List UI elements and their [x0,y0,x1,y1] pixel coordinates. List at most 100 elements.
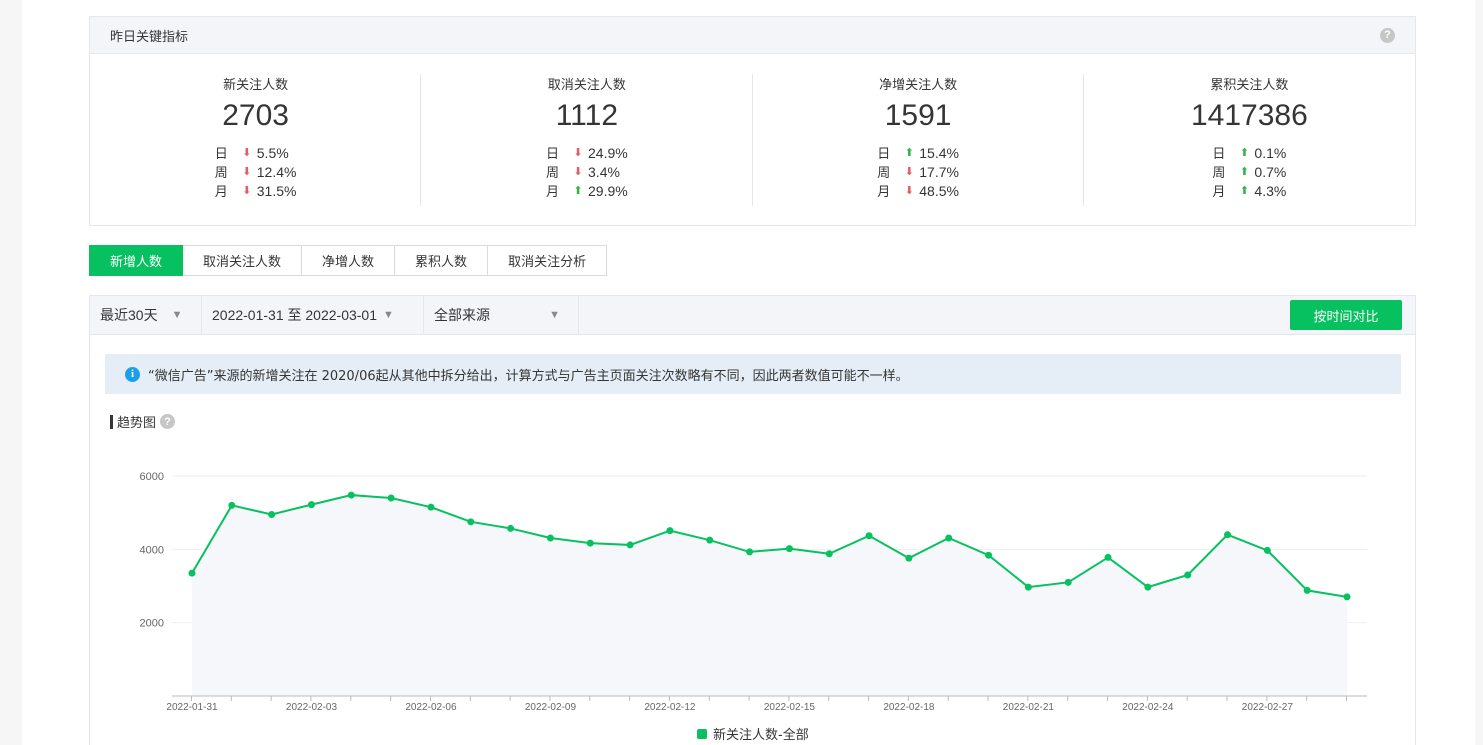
data-point [1263,546,1271,554]
legend-swatch [697,728,707,739]
chart-legend[interactable]: 新关注人数-全部 [697,724,809,743]
data-point [1024,583,1032,591]
change-value: 17.7% [919,163,959,180]
change-value: 48.5% [919,182,959,199]
metric-value: 1417386 [1190,99,1308,132]
arrow-up-icon: ⬆ [1239,165,1250,178]
data-point [1224,531,1232,539]
change-value: 31.5% [256,182,297,199]
source-select[interactable]: 全部来源 ▼ [424,296,579,334]
change-row: 日 ⬆ 15.4% [877,143,959,163]
chevron-down-icon: ▼ [383,309,394,321]
change-value: 4.3% [1254,182,1287,199]
key-metrics-header: 昨日关键指标 ? [90,17,1415,54]
y-tick-label: 4000 [140,544,164,556]
change-period: 周 [546,166,560,181]
help-icon[interactable]: ? [1380,27,1395,43]
change-row: 月 ⬇ 31.5% [214,181,297,201]
metric-label: 净增关注人数 [879,78,958,93]
data-point [546,534,554,542]
tab-4[interactable]: 取消关注分析 [488,245,608,276]
legend-label: 新关注人数-全部 [713,728,809,743]
data-point [785,545,793,553]
data-point [387,494,395,502]
info-icon: i [125,366,140,382]
change-row: 周 ⬇ 3.4% [546,162,628,182]
change-value: 3.4% [588,163,620,180]
tab-3[interactable]: 累积人数 [395,245,489,276]
metric-label: 取消关注人数 [547,78,626,93]
arrow-down-icon: ⬇ [573,146,583,159]
chevron-down-icon: ▼ [171,309,183,321]
change-period: 周 [877,166,891,181]
trend-chart-title: 趋势图 ? [110,412,176,431]
metric-tabs: 新增人数 取消关注人数 净增人数 累积人数 取消关注分析 [89,245,608,276]
compare-by-time-button[interactable]: 按时间对比 [1290,300,1402,330]
change-period: 月 [546,185,560,200]
data-point [865,532,873,540]
metric-changes: 日 ⬇ 5.5% 周 ⬇ 12.4% 月 ⬇ 31.5% [214,143,297,201]
data-point [706,536,714,544]
change-value: 5.5% [256,144,289,161]
trend-title-text: 趋势图 [117,416,157,431]
left-gutter [0,0,22,745]
data-point [268,511,276,518]
x-tick-label: 2022-02-24 [1122,702,1174,713]
metric-card: 取消关注人数 1112 日 ⬇ 24.9% 周 ⬇ 3.4% 月 ⬆ 29.9% [421,74,753,224]
change-row: 日 ⬆ 0.1% [1212,143,1286,163]
change-period: 月 [214,185,228,200]
notice-banner: i “微信广告”来源的新增关注在 2020/06起从其他中拆分给出，计算方式与广… [105,354,1401,394]
metric-value: 2703 [222,99,289,132]
chart-panel: 最近30天 ▼ 2022-01-31 至 2022-03-01 ▼ 全部来源 ▼… [89,295,1416,745]
tab-0[interactable]: 新增人数 [89,245,184,276]
data-point [1343,593,1351,601]
tab-2[interactable]: 净增人数 [302,245,396,276]
data-point [1303,586,1311,594]
right-gutter [1475,0,1483,745]
arrow-up-icon: ⬆ [1239,184,1250,197]
data-point [507,524,515,532]
range-select[interactable]: 最近30天 ▼ [90,296,202,334]
change-period: 日 [546,147,560,162]
change-row: 周 ⬇ 12.4% [214,162,297,182]
source-select-value: 全部来源 [434,307,490,323]
arrow-up-icon: ⬆ [1239,146,1250,159]
help-icon[interactable]: ? [160,414,176,429]
date-range-select[interactable]: 2022-01-31 至 2022-03-01 ▼ [202,296,424,334]
change-period: 月 [1212,185,1226,200]
arrow-down-icon: ⬇ [242,184,252,197]
tab-1[interactable]: 取消关注人数 [183,245,303,276]
data-point [427,503,435,511]
notice-text: “微信广告”来源的新增关注在 2020/06起从其他中拆分给出，计算方式与广告主… [148,368,909,384]
area-fill [192,495,1347,696]
y-tick-label: 2000 [140,618,164,630]
change-row: 月 ⬆ 29.9% [546,181,628,201]
metrics-cards: 新关注人数 2703 日 ⬇ 5.5% 周 ⬇ 12.4% 月 ⬇ 31.5% … [90,54,1415,224]
data-point [347,491,355,499]
filter-bar: 最近30天 ▼ 2022-01-31 至 2022-03-01 ▼ 全部来源 ▼… [90,296,1415,335]
data-point [905,554,913,562]
metric-changes: 日 ⬆ 15.4% 周 ⬇ 17.7% 月 ⬇ 48.5% [877,143,959,201]
data-point [1064,578,1072,586]
change-period: 日 [877,147,891,162]
metric-card: 新关注人数 2703 日 ⬇ 5.5% 周 ⬇ 12.4% 月 ⬇ 31.5% [90,74,422,224]
data-point [985,551,993,559]
data-point [746,548,754,556]
data-point [1184,571,1192,579]
change-value: 29.9% [588,182,628,199]
change-row: 月 ⬇ 48.5% [877,181,959,201]
change-value: 15.4% [919,144,959,161]
date-range-value: 2022-01-31 至 2022-03-01 [212,307,378,323]
metric-value: 1591 [884,99,952,132]
change-row: 周 ⬆ 0.7% [1212,162,1287,182]
title-marker [110,414,113,429]
data-point [307,501,315,509]
change-period: 周 [214,166,228,181]
x-tick-label: 2022-02-21 [1003,702,1055,713]
data-point [228,501,236,509]
metric-label: 累积关注人数 [1210,78,1289,93]
change-value: 0.7% [1254,163,1287,180]
metric-changes: 日 ⬇ 24.9% 周 ⬇ 3.4% 月 ⬆ 29.9% [546,143,628,201]
arrow-down-icon: ⬇ [573,165,583,178]
change-row: 月 ⬆ 4.3% [1212,181,1287,201]
